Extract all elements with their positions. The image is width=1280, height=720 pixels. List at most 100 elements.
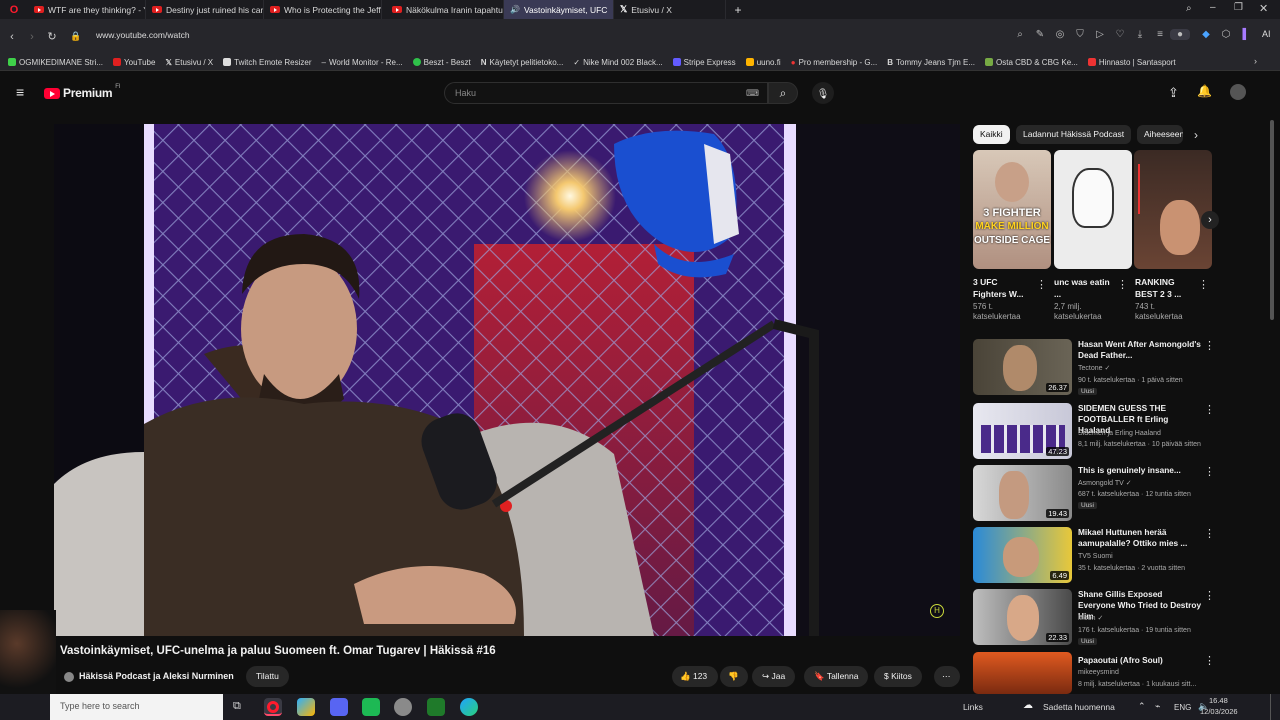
shield-icon[interactable]: ⛉ — [1070, 29, 1090, 40]
search-button[interactable]: ⌕ — [768, 82, 798, 104]
more-actions-button[interactable]: ⋯ — [934, 666, 960, 687]
browser-tab[interactable]: Who is Protecting the Jeff — [264, 0, 382, 19]
chip-all[interactable]: Kaikki — [973, 125, 1010, 144]
taskbar-search-input[interactable]: Type here to search — [50, 694, 223, 720]
chips-next-icon[interactable]: › — [1194, 128, 1198, 142]
recommendation-thumbnail[interactable]: 26.37 — [973, 339, 1072, 395]
show-desktop-button[interactable] — [1270, 694, 1274, 720]
upload-icon[interactable]: ⇪ — [1168, 85, 1179, 101]
short-title[interactable]: unc was eatin ... — [1054, 276, 1112, 300]
menu-icon[interactable]: ≡ — [1150, 29, 1170, 40]
maximize-button[interactable]: ❐ — [1234, 2, 1243, 13]
voice-search-button[interactable]: 🎙 — [812, 82, 834, 104]
search-input[interactable]: Haku ⌨ — [444, 82, 768, 104]
clock-date[interactable]: 12/03/2026 — [1200, 707, 1238, 716]
recommendation-thumbnail[interactable] — [973, 652, 1072, 694]
browser-tab[interactable]: WTF are they thinking? - Y — [28, 0, 146, 19]
recommendation-menu-icon[interactable]: ⋮ — [1204, 465, 1215, 478]
channel-name[interactable]: Häkissä Podcast ja Aleksi Nurminen — [79, 671, 234, 681]
browser-tab[interactable]: 𝕏 Etusivu / X — [614, 0, 726, 19]
clock-time[interactable]: 16.48 — [1209, 696, 1228, 705]
extension-icon[interactable]: ◆ — [1196, 29, 1216, 40]
app-taskbar-icon[interactable] — [297, 698, 315, 716]
opera-icon[interactable]: O — [0, 4, 28, 16]
bookmark[interactable]: N Käytetyt pelitietoko... — [481, 58, 564, 67]
recommendation-thumbnail[interactable]: 6.49 — [973, 527, 1072, 583]
minimize-button[interactable]: – — [1210, 2, 1216, 13]
opera-taskbar-icon[interactable] — [264, 698, 282, 716]
video-player[interactable]: H — [54, 124, 960, 636]
bookmark[interactable]: 𝕏 Etusivu / X — [165, 58, 213, 67]
cube-icon[interactable]: ⬡ — [1216, 29, 1236, 40]
recommendation-menu-icon[interactable]: ⋮ — [1204, 527, 1215, 540]
chip-from-channel[interactable]: Ladannut Häkissä Podcast — [1016, 125, 1132, 144]
links-label[interactable]: Links — [963, 702, 983, 712]
recommendation-channel[interactable]: Tectone ✓ — [1078, 364, 1202, 373]
recommendation-title[interactable]: Papaoutai (Afro Soul) — [1078, 655, 1202, 666]
notifications-bell-icon[interactable]: 🔔 — [1197, 84, 1212, 98]
recommendation-menu-icon[interactable]: ⋮ — [1204, 589, 1215, 602]
heart-icon[interactable]: ♡ — [1110, 29, 1130, 40]
bookmark[interactable]: ✓ Nike Mind 002 Black... — [573, 58, 662, 67]
recommendation-channel[interactable]: mikeeysmind — [1078, 668, 1202, 677]
sidebar-icon[interactable]: ▌ — [1236, 29, 1256, 40]
page-scrollbar[interactable] — [1270, 120, 1274, 320]
youtube-premium-logo[interactable]: Premium FI — [44, 84, 121, 100]
subscribed-button[interactable]: Tilattu — [246, 666, 289, 687]
bookmark[interactable]: B Tommy Jeans Tjm E... — [887, 58, 975, 67]
recommendation-thumbnail[interactable]: 22.33 — [973, 589, 1072, 645]
bookmark[interactable]: Beszt - Beszt — [412, 58, 471, 67]
back-icon[interactable]: ‹ — [2, 31, 22, 43]
weather-label[interactable]: Sadetta huomenna — [1043, 702, 1115, 712]
recommendation-thumbnail[interactable]: 19.43 — [973, 465, 1072, 521]
save-button[interactable]: 🔖 Tallenna — [804, 666, 869, 687]
bookmark[interactable]: Osta CBD & CBG Ke... — [985, 58, 1078, 67]
recommendation-channel[interactable]: Moon ✓ — [1078, 614, 1202, 623]
like-button[interactable]: 👍 123 — [672, 666, 718, 687]
short-menu-icon[interactable]: ⋮ — [1117, 278, 1128, 291]
recommendation-channel[interactable]: Asmongold TV ✓ — [1078, 479, 1202, 488]
recommendation-menu-icon[interactable]: ⋮ — [1204, 654, 1215, 667]
short-thumbnail[interactable] — [1054, 150, 1132, 269]
forward-icon[interactable]: › — [22, 31, 42, 43]
recommendation-thumbnail[interactable]: 47.23 — [973, 403, 1072, 459]
short-thumbnail[interactable] — [1134, 150, 1212, 269]
recommendation-channel[interactable]: TV5 Suomi — [1078, 552, 1202, 561]
recommendation-title[interactable]: Hasan Went After Asmongold's Dead Father… — [1078, 339, 1202, 361]
short-title[interactable]: 3 UFC Fighters W... — [973, 276, 1033, 300]
edit-icon[interactable]: ✎ — [1030, 29, 1050, 40]
hamburger-menu-icon[interactable]: ≡ — [16, 84, 24, 100]
browser-tab[interactable]: Näkökulma Iranin tapahtu — [386, 0, 504, 19]
recommendation-menu-icon[interactable]: ⋮ — [1204, 339, 1215, 352]
spotify-like-icon[interactable] — [362, 698, 380, 716]
bookmark[interactable]: Twitch Emote Resizer — [223, 58, 312, 67]
bookmark[interactable]: Stripe Express — [672, 58, 736, 67]
bookmark[interactable]: uuno.fi — [745, 58, 781, 67]
channel-avatar[interactable] — [64, 672, 74, 682]
download-icon[interactable]: ⤓ — [1130, 29, 1150, 40]
search-page-icon[interactable]: ⌕ — [1010, 29, 1030, 40]
dislike-button[interactable]: 👎 — [720, 666, 748, 687]
chip-related[interactable]: Aiheeseen — [1137, 125, 1183, 144]
bookmark[interactable]: YouTube — [113, 58, 155, 67]
share-button[interactable]: ↪ Jaa — [752, 666, 796, 687]
recommendation-title[interactable]: Mikael Huttunen herää aamupalalle? Ottik… — [1078, 527, 1202, 549]
camera-icon[interactable]: ◎ — [1050, 29, 1070, 40]
thanks-button[interactable]: $ Kiitos — [874, 666, 922, 687]
play-icon[interactable]: ▷ — [1090, 29, 1110, 40]
bookmark[interactable]: – World Monitor - Re... — [322, 58, 403, 67]
task-view-icon[interactable]: ⧉ — [233, 700, 241, 713]
browser-tab[interactable]: Destiny just ruined his car — [146, 0, 264, 19]
app-taskbar-icon[interactable] — [394, 698, 412, 716]
network-icon[interactable]: ⌁ — [1155, 701, 1160, 712]
bookmark[interactable]: ● Pro membership - G... — [791, 58, 878, 67]
tab-search-icon[interactable]: ⌕ — [1186, 3, 1192, 14]
language-indicator[interactable]: ENG — [1174, 703, 1191, 712]
recommendation-title[interactable]: This is genuinely insane... — [1078, 465, 1202, 476]
new-tab-button[interactable]: + — [726, 3, 750, 17]
close-window-button[interactable]: ✕ — [1259, 2, 1268, 15]
shorts-next-icon[interactable]: › — [1201, 211, 1219, 229]
ai-button[interactable]: AI — [1262, 29, 1271, 40]
short-menu-icon[interactable]: ⋮ — [1198, 278, 1209, 291]
short-title[interactable]: RANKING BEST 2 3 ... — [1135, 276, 1193, 300]
